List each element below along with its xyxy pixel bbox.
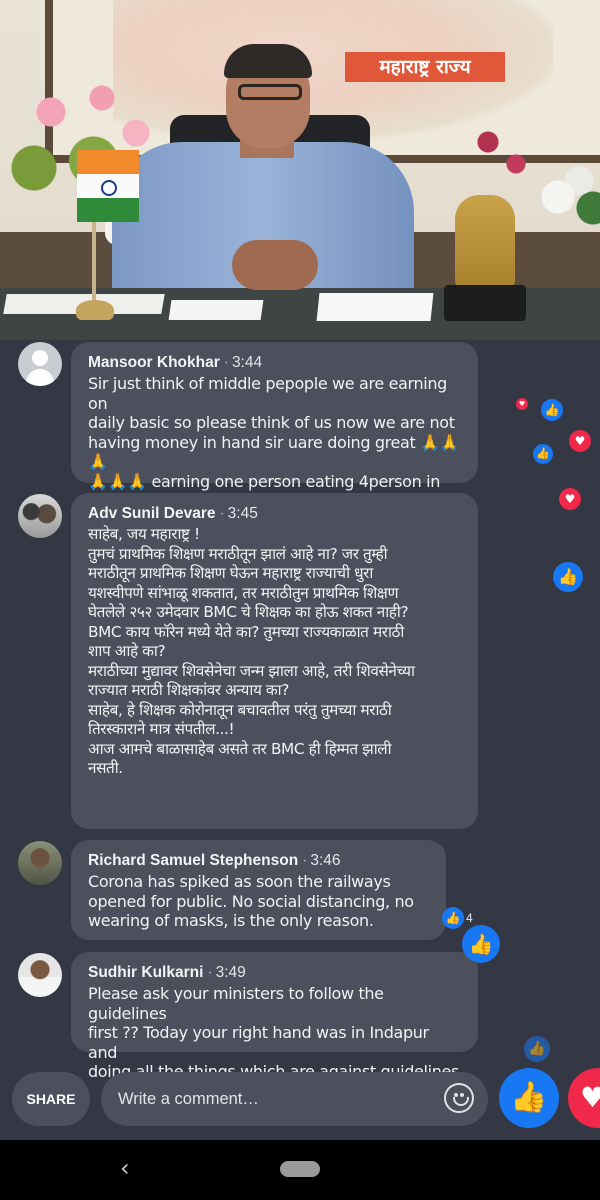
comment-author[interactable]: Richard Samuel Stephenson: [88, 852, 298, 869]
speaker-glasses: [238, 84, 302, 100]
like-button[interactable]: 👍: [499, 1068, 559, 1128]
love-icon: ♥: [516, 398, 528, 410]
separator-dot: ·: [302, 852, 308, 869]
like-icon: 👍: [533, 444, 553, 464]
comment-text: Corona has spiked as soon the railways o…: [88, 872, 414, 930]
comment-header: Sudhir Kulkarni · 3:49: [88, 962, 462, 984]
love-icon: ♥: [580, 1081, 600, 1114]
comment-author[interactable]: Mansoor Khokhar: [88, 354, 220, 371]
comment-header: Richard Samuel Stephenson · 3:46: [88, 850, 430, 872]
love-icon: ♥: [569, 430, 591, 452]
share-button[interactable]: SHARE: [12, 1072, 90, 1126]
avatar[interactable]: [18, 494, 62, 538]
comment-author[interactable]: Sudhir Kulkarni: [88, 964, 203, 981]
comment-time: 3:45: [227, 505, 258, 522]
comment-time: 3:49: [215, 964, 246, 981]
comment-bubble[interactable]: Richard Samuel Stephenson · 3:46 Corona ha…: [71, 840, 446, 940]
map-banner: महाराष्ट्र राज्य: [345, 52, 505, 82]
love-icon: ♥: [559, 488, 581, 510]
india-flag-icon: [77, 150, 139, 222]
avatar[interactable]: [18, 342, 62, 386]
comment-input[interactable]: Write a comment…: [101, 1072, 488, 1126]
smiley-icon[interactable]: [444, 1083, 474, 1113]
comment-header: Adv Sunil Devare · 3:45: [88, 503, 462, 525]
comment-text: Sir just think of middle pepople we are …: [88, 374, 460, 510]
speaker-hair: [224, 44, 312, 78]
like-icon: 👍: [510, 1080, 548, 1115]
like-icon: 👍: [553, 562, 583, 592]
back-icon[interactable]: ‹: [120, 1154, 130, 1182]
separator-dot: ·: [219, 505, 225, 522]
speaker-hands: [232, 240, 318, 290]
comment-bubble[interactable]: Mansoor Khokhar · 3:44 Sir just think of m…: [71, 342, 478, 510]
like-icon: 👍: [442, 907, 464, 929]
separator-dot: ·: [223, 354, 229, 371]
comment-author[interactable]: Adv Sunil Devare: [88, 505, 216, 522]
love-button[interactable]: ♥: [568, 1068, 600, 1128]
emblem-stand: [444, 285, 526, 321]
flag-stand: [76, 300, 114, 320]
reaction-count: 4: [466, 911, 473, 925]
system-nav-bar: ‹: [0, 1140, 600, 1200]
national-emblem: [455, 195, 515, 287]
separator-dot: ·: [207, 964, 213, 981]
home-pill[interactable]: [280, 1161, 320, 1177]
avatar[interactable]: [18, 953, 62, 997]
like-icon: 👍: [524, 1036, 550, 1062]
paper: [316, 293, 434, 321]
live-video[interactable]: महाराष्ट्र राज्य: [0, 0, 600, 340]
comment-text: साहेब, जय महाराष्ट्र ! तुमचं प्राथमिक शि…: [88, 525, 415, 777]
avatar[interactable]: [18, 841, 62, 885]
comment-bubble[interactable]: Adv Sunil Devare · 3:45 साहेब, जय महाराष्ट…: [71, 493, 478, 829]
comment-header: Mansoor Khokhar · 3:44: [88, 352, 462, 374]
paper: [168, 300, 264, 320]
comment-text: Please ask your ministers to follow the …: [88, 984, 459, 1081]
comment-time: 3:46: [310, 852, 341, 869]
comment-placeholder: Write a comment…: [118, 1090, 259, 1108]
like-icon: 👍: [462, 925, 500, 963]
like-icon: 👍: [541, 399, 563, 421]
comment-time: 3:44: [231, 354, 263, 371]
comment-bubble[interactable]: Sudhir Kulkarni · 3:49 Please ask your min…: [71, 952, 478, 1081]
